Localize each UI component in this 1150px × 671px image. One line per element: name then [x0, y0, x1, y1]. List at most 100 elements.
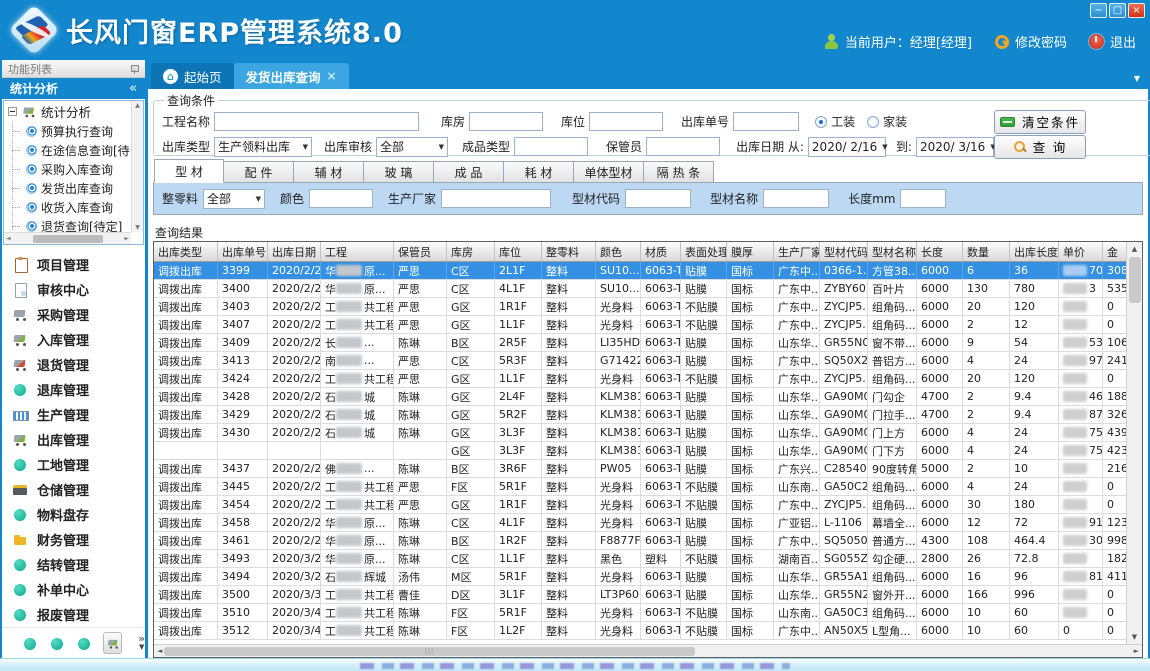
- outbound-type-select[interactable]: 生产领料出库▼: [214, 137, 312, 157]
- table-row[interactable]: 调拨出库34942020/3/2石辉城汤伟M区5R1F整料光身料6063-T5贴…: [154, 568, 1126, 586]
- scroll-right-icon[interactable]: ►: [1134, 647, 1139, 655]
- table-vertical-scrollbar[interactable]: ▲ ▼: [1126, 242, 1142, 644]
- color-input[interactable]: [309, 189, 373, 208]
- table-row[interactable]: 调拨出库34372020/2/27佛...陈琳B区3R6F整料PW056063-…: [154, 460, 1126, 478]
- scroll-up-icon[interactable]: ▲: [1132, 242, 1137, 256]
- table-row[interactable]: 调拨出库34292020/2/26石城陈琳G区5R2F整料KLM38176063…: [154, 406, 1126, 424]
- tree-item[interactable]: 收货入库查询: [4, 198, 143, 217]
- minimize-button[interactable]: −: [1090, 3, 1107, 18]
- part-select[interactable]: 全部▼: [203, 189, 265, 209]
- sidebar-item[interactable]: 退库管理: [2, 377, 145, 402]
- scrollbar-thumb[interactable]: [33, 235, 103, 243]
- table-row[interactable]: 调拨出库35122020/3/4工共工程陈琳F区1L2F整料光身料6063-T5…: [154, 622, 1126, 640]
- table-row[interactable]: 调拨出库35102020/3/4工共工程陈琳F区5R1F整料光身料6063-T5…: [154, 604, 1126, 622]
- sidebar-item[interactable]: 审核中心: [2, 277, 145, 302]
- sidebar-item[interactable]: 采购管理: [2, 302, 145, 327]
- project-name-input[interactable]: [214, 112, 419, 131]
- column-header[interactable]: 出库类型: [154, 242, 218, 261]
- column-header[interactable]: 长度: [917, 242, 963, 261]
- table-row[interactable]: 调拨出库34242020/2/26工共工程严思G区1L1F整料光身料6063-T…: [154, 370, 1126, 388]
- column-header[interactable]: 单价: [1059, 242, 1103, 261]
- logout-button[interactable]: 退出: [1089, 32, 1136, 51]
- sidebar-item[interactable]: 补单中心: [2, 577, 145, 602]
- column-header[interactable]: 生产厂家: [774, 242, 820, 261]
- table-row[interactable]: 调拨出库34452020/2/27工共工程严思F区5R1F整料光身料6063-T…: [154, 478, 1126, 496]
- pin-icon[interactable]: [130, 64, 139, 74]
- table-row[interactable]: 调拨出库34032020/2/25工共工程严思G区1R1F整料光身料6063-T…: [154, 298, 1126, 316]
- table-row[interactable]: G区3L3F整料KLM38176063-T5贴膜国标山东华...GA90M09.…: [154, 442, 1126, 460]
- column-header[interactable]: 整零料: [542, 242, 596, 261]
- column-header[interactable]: 出库日期: [268, 242, 321, 261]
- warehouse-input[interactable]: [469, 112, 543, 131]
- module-dot-icon[interactable]: [22, 636, 35, 651]
- scrollbar-thumb[interactable]: |||: [164, 647, 694, 656]
- material-tab[interactable]: 玻 璃: [364, 161, 434, 183]
- scroll-down-icon[interactable]: ▼: [1132, 630, 1137, 644]
- sidebar-item[interactable]: 退货管理: [2, 352, 145, 377]
- close-button[interactable]: ×: [1128, 3, 1145, 18]
- profile-name-input[interactable]: [763, 189, 829, 208]
- table-row[interactable]: 调拨出库34302020/2/26石城陈琳G区3L3F整料KLM38176063…: [154, 424, 1126, 442]
- table-row[interactable]: 调拨出库34612020/2/28华原...陈琳B区1R2F整料F8877FT6…: [154, 532, 1126, 550]
- scroll-down-icon[interactable]: ▼: [135, 224, 140, 231]
- material-tab[interactable]: 辅 材: [294, 161, 364, 183]
- collapse-icon[interactable]: «: [129, 81, 137, 96]
- scroll-up-icon[interactable]: ▲: [135, 102, 140, 109]
- column-header[interactable]: 型材代码: [820, 242, 868, 261]
- date-from-select[interactable]: 2020/ 2/16▼: [808, 137, 886, 157]
- material-tab[interactable]: 耗 材: [504, 161, 574, 183]
- column-header[interactable]: 膜厚: [727, 242, 774, 261]
- column-header[interactable]: 库位: [495, 242, 542, 261]
- table-row[interactable]: 调拨出库35002020/3/3工共工程曹佳D区3L1F整料LT3P606063…: [154, 586, 1126, 604]
- tab-shipment-query[interactable]: 发货出库查询 ×: [234, 63, 349, 89]
- table-horizontal-scrollbar[interactable]: ◄ ||| ►: [154, 644, 1142, 657]
- module-dot-icon[interactable]: [49, 636, 62, 651]
- sidebar-item[interactable]: 报废管理: [2, 602, 145, 627]
- material-tab[interactable]: 隔 热 条: [644, 161, 714, 183]
- column-header[interactable]: 出库长度: [1010, 242, 1059, 261]
- tree-vertical-scrollbar[interactable]: ▲ ▼: [131, 101, 143, 232]
- sidebar-item[interactable]: 项目管理: [2, 252, 145, 277]
- column-header[interactable]: 出库单号: [218, 242, 268, 261]
- sidebar-item[interactable]: 入库管理: [2, 327, 145, 352]
- column-header[interactable]: 工程: [321, 242, 394, 261]
- tree-item[interactable]: 发货出库查询: [4, 179, 143, 198]
- product-type-input[interactable]: [514, 137, 588, 156]
- maker-input[interactable]: [441, 189, 551, 208]
- audit-select[interactable]: 全部▼: [376, 137, 448, 157]
- table-row[interactable]: 调拨出库34282020/2/26石城陈琳G区2L4F整料KLM38176063…: [154, 388, 1126, 406]
- column-header[interactable]: 库房: [447, 242, 495, 261]
- table-row[interactable]: 调拨出库34542020/2/28工共工程严思G区1R1F整料光身料6063-T…: [154, 496, 1126, 514]
- table-row[interactable]: 调拨出库34002020/2/25华原...严思C区4L1F整料SU10...6…: [154, 280, 1126, 298]
- tree-item[interactable]: 预算执行查询: [4, 122, 143, 141]
- material-tab[interactable]: 成 品: [434, 161, 504, 183]
- date-to-select[interactable]: 2020/ 3/16▼: [916, 137, 994, 157]
- profile-code-input[interactable]: [625, 189, 691, 208]
- column-header[interactable]: 型材名称: [868, 242, 917, 261]
- tab-close-icon[interactable]: ×: [327, 69, 337, 83]
- table-row[interactable]: 调拨出库34072020/2/25工共工程严思G区1L1F整料光身料6063-T…: [154, 316, 1126, 334]
- tab-home[interactable]: ⌂ 起始页: [151, 63, 234, 89]
- sidebar-item[interactable]: 结转管理: [2, 552, 145, 577]
- tree-root-node[interactable]: 统计分析: [4, 101, 143, 122]
- table-row[interactable]: 调拨出库34092020/2/25长...陈琳B区2R5F整料LI35HD606…: [154, 334, 1126, 352]
- material-tab[interactable]: 型 材: [154, 159, 224, 183]
- column-header[interactable]: 材质: [641, 242, 681, 261]
- scroll-left-icon[interactable]: ◄: [157, 647, 162, 655]
- sidebar-item[interactable]: 物料盘存: [2, 502, 145, 527]
- table-row[interactable]: 调拨出库34932020/3/2华原...陈琳C区1L1F整料黑色塑料不贴膜国标…: [154, 550, 1126, 568]
- tree-item[interactable]: 在途信息查询[待: [4, 141, 143, 160]
- sidebar-item[interactable]: 生产管理: [2, 402, 145, 427]
- order-no-input[interactable]: [733, 112, 799, 131]
- radio-home-wear[interactable]: 家装: [867, 113, 907, 130]
- table-row[interactable]: 调拨出库33992020/2/25华原...严思C区2L1F整料SU10...6…: [154, 262, 1126, 280]
- column-header[interactable]: 表面处理: [681, 242, 727, 261]
- sidebar-item[interactable]: 工地管理: [2, 452, 145, 477]
- search-button[interactable]: 查 询: [994, 135, 1086, 159]
- clear-conditions-button[interactable]: 清空条件: [994, 110, 1086, 134]
- scrollbar-thumb[interactable]: [1129, 257, 1141, 303]
- material-tab[interactable]: 配 件: [224, 161, 294, 183]
- tree-expander-icon[interactable]: [8, 107, 17, 116]
- column-header[interactable]: 数量: [963, 242, 1010, 261]
- tree-item[interactable]: 采购入库查询: [4, 160, 143, 179]
